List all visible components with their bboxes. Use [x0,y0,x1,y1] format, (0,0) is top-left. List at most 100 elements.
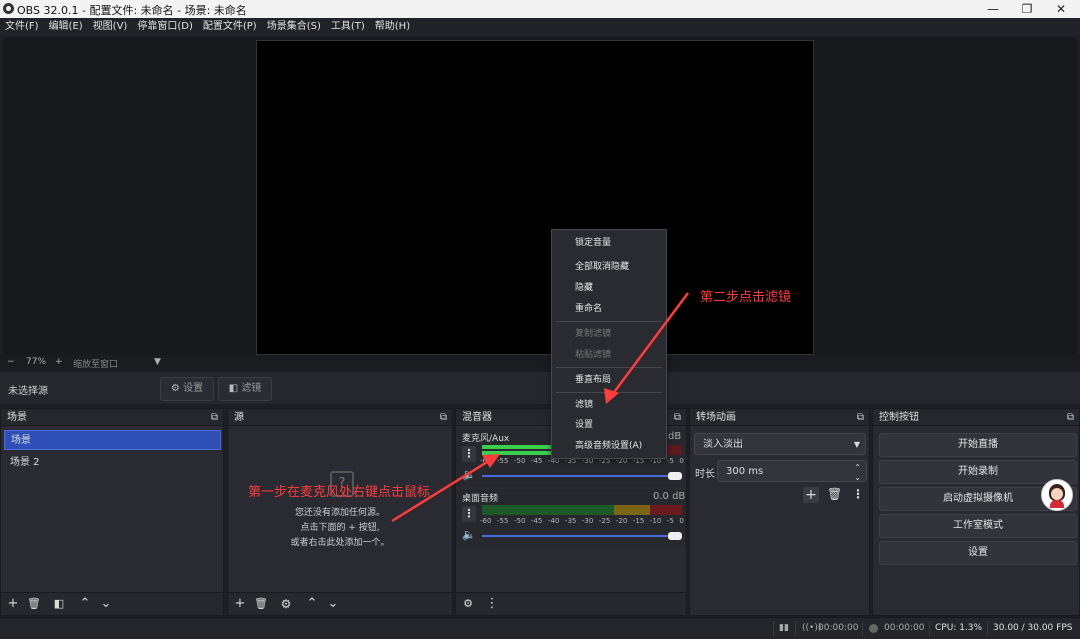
menu-separator [556,367,662,368]
volume-slider-handle[interactable] [668,472,682,480]
stream-time: 00:00:00 [818,623,859,633]
status-bar: ▮▮ ((•)) 00:00:00 00:00:00 CPU: 1.3% 30.… [0,617,1080,639]
menu-profile[interactable]: 配置文件(P) [198,18,262,36]
meter-tick: 0 [679,517,684,525]
transition-select[interactable]: 淡入淡出 ▼ [694,433,866,455]
close-button[interactable]: ✕ [1046,0,1076,18]
speaker-icon[interactable]: 🔈 [462,468,476,481]
channel-menu-icon[interactable]: ⋮ [462,506,476,522]
move-up-icon[interactable]: ⌃ [76,596,94,612]
chevron-down-icon: ▼ [853,440,860,449]
trash-icon[interactable]: 🗑 [827,487,842,501]
move-down-icon[interactable]: ⌄ [97,596,115,612]
maximize-button[interactable]: ❐ [1012,0,1042,18]
meter-tick: -20 [615,517,628,525]
channel-menu-icon[interactable]: ⋮ [462,446,476,462]
source-filters-button[interactable]: ◧ 滤镜 [218,377,272,401]
sources-dock-title: 源 [234,412,244,423]
status-divider [987,621,988,636]
add-icon[interactable]: + [4,596,22,612]
meter-tick: -10 [649,517,662,525]
volume-slider[interactable] [482,535,676,537]
menu-item-filters[interactable]: 滤镜 [552,395,666,415]
controls-dock-header: 控制按钮 ⧉ [873,409,1079,426]
studio-mode-button[interactable]: 工作室模式 [879,514,1077,538]
trash-icon[interactable]: 🗑 [25,596,43,612]
preview-canvas[interactable] [256,40,814,355]
source-settings-button[interactable]: ⚙ 设置 [160,377,214,401]
meter-tick: -45 [530,457,543,465]
meter-tick: -55 [496,457,509,465]
dock-float-icon[interactable]: ⧉ [1067,409,1074,426]
window-title: OBS 32.0.1 - 配置文件: 未命名 - 场景: 未命名 [17,4,247,17]
empty-sources-line: 或者右击此处添加一个。 [290,538,390,548]
scene-list-item[interactable]: 场景 2 [4,453,221,473]
meter-tick: -5 [666,517,674,525]
mixer-channel[interactable]: 桌面音频 0.0 dB ⋮ -60 -55 -50 -45 -40 -35 -30 -25 -2… [456,489,686,547]
filter-icon[interactable]: ◧ [50,596,68,612]
dock-float-icon[interactable]: ⧉ [674,409,681,426]
scenes-dock: 场景 ⧉ 场景 场景 2 + 🗑 ◧ ⌃ ⌄ [0,408,224,616]
record-time: 00:00:00 [884,623,925,633]
speaker-icon[interactable]: 🔈 [462,528,476,541]
minimize-button[interactable]: — [978,0,1008,18]
empty-sources-line: 点击下面的 + 按钮, [300,523,380,533]
meter-tick: -55 [496,517,509,525]
channel-name: 桌面音频 [462,494,499,504]
meter-tick: -45 [530,517,543,525]
zoom-mode-dropdown-icon[interactable]: ▼ [154,357,161,367]
dock-float-icon[interactable]: ⧉ [440,409,447,426]
move-up-icon[interactable]: ⌃ [303,596,321,612]
zoom-mode-select[interactable]: 缩放至窗口 [73,357,118,370]
menu-file[interactable]: 文件(F) [0,18,44,36]
meter-tick: -50 [513,457,526,465]
filter-icon: ◧ [228,383,239,394]
menu-item-advanced-audio[interactable]: 高级音频设置(A) [552,436,666,456]
zoom-percent: 77% [26,357,47,367]
menu-item-hide[interactable]: 隐藏 [552,278,666,298]
kebab-menu-icon[interactable]: ⋮ [483,596,501,612]
scenes-dock-header: 场景 ⧉ [1,409,223,426]
menu-item-rename[interactable]: 重命名 [552,299,666,319]
menu-help[interactable]: 帮助(H) [370,18,415,36]
meter-tick: -40 [547,517,560,525]
gear-icon[interactable]: ⚙ [277,596,295,612]
avatar[interactable] [1041,479,1073,511]
menu-docks[interactable]: 停靠窗口(D) [132,18,198,36]
scene-list-item[interactable]: 场景 [4,430,221,450]
menu-item-vertical-layout[interactable]: 垂直布局 [552,370,666,390]
add-transition-button[interactable]: + [803,487,819,503]
duration-value: 300 ms [726,466,764,477]
spin-down-icon[interactable]: ⌄ [854,467,861,489]
move-down-icon[interactable]: ⌄ [324,596,342,612]
menu-tools[interactable]: 工具(T) [326,18,370,36]
meter-tick: -25 [598,517,611,525]
advanced-audio-icon[interactable]: ⚙ [459,596,477,612]
menu-edit[interactable]: 编辑(E) [44,18,88,36]
add-icon[interactable]: + [231,596,249,612]
zoom-out-button[interactable]: − [7,357,15,367]
source-settings-label: 设置 [183,383,204,394]
menu-scene-collection[interactable]: 场景集合(S) [262,18,326,36]
kebab-menu-icon[interactable]: ⋮ [852,487,864,501]
settings-button[interactable]: 设置 [879,541,1077,565]
dock-float-icon[interactable]: ⧉ [857,409,864,426]
start-streaming-button[interactable]: 开始直播 [879,433,1077,457]
trash-icon[interactable]: 🗑 [252,596,270,612]
transition-selected: 淡入淡出 [703,439,743,450]
empty-sources-text: 您还没有添加任何源。 点击下面的 + 按钮, 或者右击此处添加一个。 [228,506,452,551]
cpu-usage: CPU: 1.3% [935,623,983,633]
dock-float-icon[interactable]: ⧉ [211,409,218,426]
sources-dock-header: 源 ⧉ [228,409,452,426]
menu-item-properties[interactable]: 设置 [552,415,666,435]
menu-item-lock-volume[interactable]: 锁定音量 [552,233,666,253]
duration-spinbox[interactable]: 300 ms ⌃ ⌄ [717,460,867,482]
menu-item-unhide-all[interactable]: 全部取消隐藏 [552,257,666,277]
volume-slider[interactable] [482,475,676,477]
zoom-in-button[interactable]: + [55,357,63,367]
channel-db: 0.0 dB [653,491,686,502]
menu-view[interactable]: 视图(V) [88,18,133,36]
start-recording-button[interactable]: 开始录制 [879,460,1077,484]
meter-tick: -60 [480,457,492,465]
volume-slider-handle[interactable] [668,532,682,540]
